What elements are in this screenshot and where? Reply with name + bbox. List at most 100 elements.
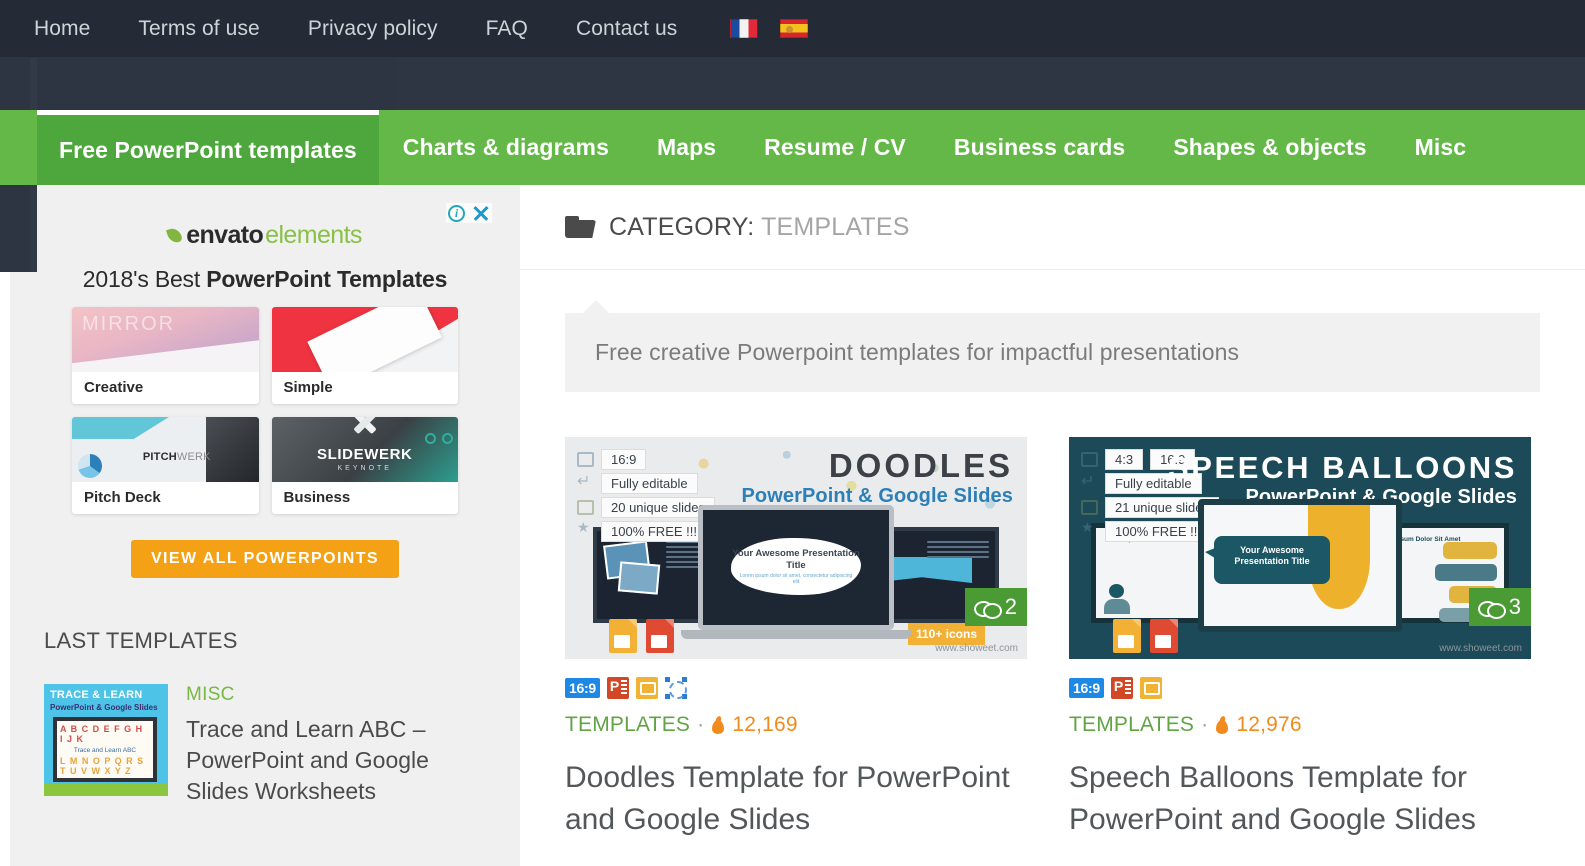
edit-arrow-icon — [1081, 471, 1098, 491]
powerpoint-file-icon — [646, 619, 674, 653]
watermark: www.showeet.com — [1439, 643, 1522, 654]
leaf-icon — [166, 226, 184, 245]
template-card: 4:3 16:9 Fully editable 21 unique slides… — [1069, 437, 1531, 841]
aspect-ratio-badge: 16:9 — [565, 678, 600, 698]
file-format-icons — [1113, 619, 1178, 653]
pie-chart-icon — [78, 454, 102, 478]
spec-row: 20 unique slides — [577, 497, 715, 518]
ad-headline: 2018's Best PowerPoint Templates — [10, 266, 520, 293]
speech-bubble-icon — [973, 599, 1002, 619]
menu-item-misc[interactable]: Misc — [1391, 110, 1491, 185]
close-icon[interactable] — [472, 204, 490, 222]
powerpoint-icon[interactable] — [1110, 677, 1133, 699]
vector-shapes-icon[interactable] — [664, 677, 687, 699]
menu-item-free-powerpoint-templates[interactable]: Free PowerPoint templates — [37, 110, 379, 185]
card-title[interactable]: Speech Balloons Template for PowerPoint … — [1069, 757, 1531, 841]
thumb-title-line2: PowerPoint & Google Slides — [50, 703, 158, 712]
card-category[interactable]: TEMPLATES — [565, 713, 690, 737]
google-slides-file-icon — [609, 619, 637, 653]
template-thumbnail-speech-balloons[interactable]: 4:3 16:9 Fully editable 21 unique slides… — [1069, 437, 1531, 659]
powerpoint-icon[interactable] — [606, 677, 629, 699]
google-slides-icon[interactable] — [635, 677, 658, 699]
advertisement[interactable]: i envato elements 2018's Best PowerPoint… — [10, 185, 520, 578]
ad-thumb-simple — [271, 307, 458, 372]
topnav-link-contact-us[interactable]: Contact us — [552, 0, 701, 57]
menu-item-shapes-objects[interactable]: Shapes & objects — [1149, 110, 1390, 185]
comment-count-badge[interactable]: 2 — [964, 588, 1027, 626]
gift-icon — [1081, 519, 1098, 539]
flame-icon — [711, 716, 725, 734]
ad-card-simple[interactable]: Simple — [271, 307, 458, 404]
speech-bubble-icon — [1477, 599, 1506, 619]
ad-controls: i — [446, 203, 492, 223]
spec-chip: 100% FREE !!! — [1105, 521, 1211, 542]
menu-item-resume-cv[interactable]: Resume / CV — [740, 110, 930, 185]
ad-headline-prefix: 2018's Best — [82, 266, 207, 292]
decorative-panel — [206, 417, 259, 482]
thumb-letters-row2: L M N O P Q R S T U V W X Y Z — [60, 756, 145, 776]
last-template-thumbnail[interactable]: TRACE & LEARN PowerPoint & Google Slides… — [44, 684, 168, 796]
edit-arrow-icon — [577, 471, 594, 491]
menu-item-charts-diagrams[interactable]: Charts & diagrams — [379, 110, 633, 185]
main-menu-bar: Free PowerPoint templates Charts & diagr… — [0, 110, 1585, 185]
spec-chip: 16:9 — [601, 449, 647, 470]
preview-laptop: Your Awesome Presentation Title — [1198, 499, 1402, 632]
preview-laptop: Your Awesome Presentation Title Lorem ip… — [681, 505, 911, 639]
spec-chip: 4:3 — [1105, 449, 1144, 470]
language-switcher — [719, 19, 819, 38]
thumb-screen: A B C D E F G H I J K Trace and Learn AB… — [53, 717, 157, 782]
category-description-wrap: Free creative Powerpoint templates for i… — [565, 300, 1540, 392]
flag-spain-icon[interactable] — [780, 19, 809, 38]
spec-chip: 100% FREE !!! — [601, 521, 707, 542]
last-template-item[interactable]: TRACE & LEARN PowerPoint & Google Slides… — [10, 654, 520, 807]
ad-card-creative[interactable]: MIRROR Creative — [72, 307, 259, 404]
template-thumbnail-doodles[interactable]: 16:9 Fully editable 20 unique slides 100… — [565, 437, 1027, 659]
preview-slide-title: Your Awesome Presentation Title — [732, 547, 860, 571]
splatter-shape: Your Awesome Presentation Title Lorem ip… — [730, 537, 862, 596]
file-format-icons — [609, 619, 674, 653]
preview-brand-line1: SPEECH BALLOONS — [1167, 450, 1517, 485]
thumb-caption: Trace and Learn ABC — [73, 747, 137, 754]
view-all-powerpoints-button[interactable]: VIEW ALL POWERPOINTS — [131, 540, 399, 578]
topnav-link-privacy-policy[interactable]: Privacy policy — [284, 0, 462, 57]
avatar — [1104, 584, 1130, 614]
spec-row: Fully editable — [577, 471, 715, 494]
menu-item-business-cards[interactable]: Business cards — [930, 110, 1149, 185]
star-icon — [577, 519, 594, 539]
menu-item-maps[interactable]: Maps — [633, 110, 740, 185]
last-template-title[interactable]: Trace and Learn ABC – PowerPoint and Goo… — [186, 714, 486, 807]
last-template-category[interactable]: MISC — [186, 684, 486, 706]
preview-slide-subtitle: Lorem ipsum dolor sit amet, consectetur … — [739, 573, 853, 586]
ring-shape-icon — [442, 433, 453, 444]
ad-card-pitch-deck[interactable]: PITCHWERK Pitch Deck — [72, 417, 259, 514]
thumb-letters-row1: A B C D E F G H I J K — [60, 724, 144, 744]
flag-france-icon[interactable] — [730, 19, 759, 38]
card-meta: TEMPLATES · 12,976 — [1069, 699, 1531, 737]
ad-brand-primary: envato — [186, 221, 264, 249]
card-category[interactable]: TEMPLATES — [1069, 713, 1194, 737]
google-slides-icon[interactable] — [1139, 677, 1162, 699]
powerpoint-file-icon — [1150, 619, 1178, 653]
ad-thumb-pitchwerk: PITCHWERK — [72, 417, 259, 482]
ad-card-grid: MIRROR Creative Simple PITCHWERK Pitch D… — [10, 307, 520, 514]
card-title[interactable]: Doodles Template for PowerPoint and Goog… — [565, 757, 1027, 841]
category-header: CATEGORY: TEMPLATES — [520, 185, 1585, 270]
ad-card-label: Creative — [84, 379, 144, 396]
info-icon[interactable]: i — [448, 204, 465, 222]
header-band — [0, 58, 1585, 110]
comment-count-badge[interactable]: 3 — [1468, 588, 1531, 626]
topnav-link-home[interactable]: Home — [34, 0, 114, 57]
ad-thumb-art-text2: KEYNOTE — [337, 465, 392, 473]
topnav-link-faq[interactable]: FAQ — [462, 0, 552, 57]
topnav-link-terms-of-use[interactable]: Terms of use — [114, 0, 283, 57]
text-lines — [927, 541, 989, 561]
top-utility-bar: Home Terms of use Privacy policy FAQ Con… — [0, 0, 1585, 58]
ad-card-label: Pitch Deck — [84, 489, 161, 506]
last-template-text: MISC Trace and Learn ABC – PowerPoint an… — [186, 684, 486, 807]
ad-thumb-art-text: SLIDEWERK — [317, 445, 413, 463]
ad-card-business[interactable]: SLIDEWERK KEYNOTE Business — [271, 417, 458, 514]
icons-count-tag: 110+ icons — [907, 623, 985, 645]
category-label: CATEGORY: — [609, 212, 755, 241]
ad-card-label: Simple — [283, 379, 333, 396]
balloon-shape — [1443, 542, 1497, 559]
